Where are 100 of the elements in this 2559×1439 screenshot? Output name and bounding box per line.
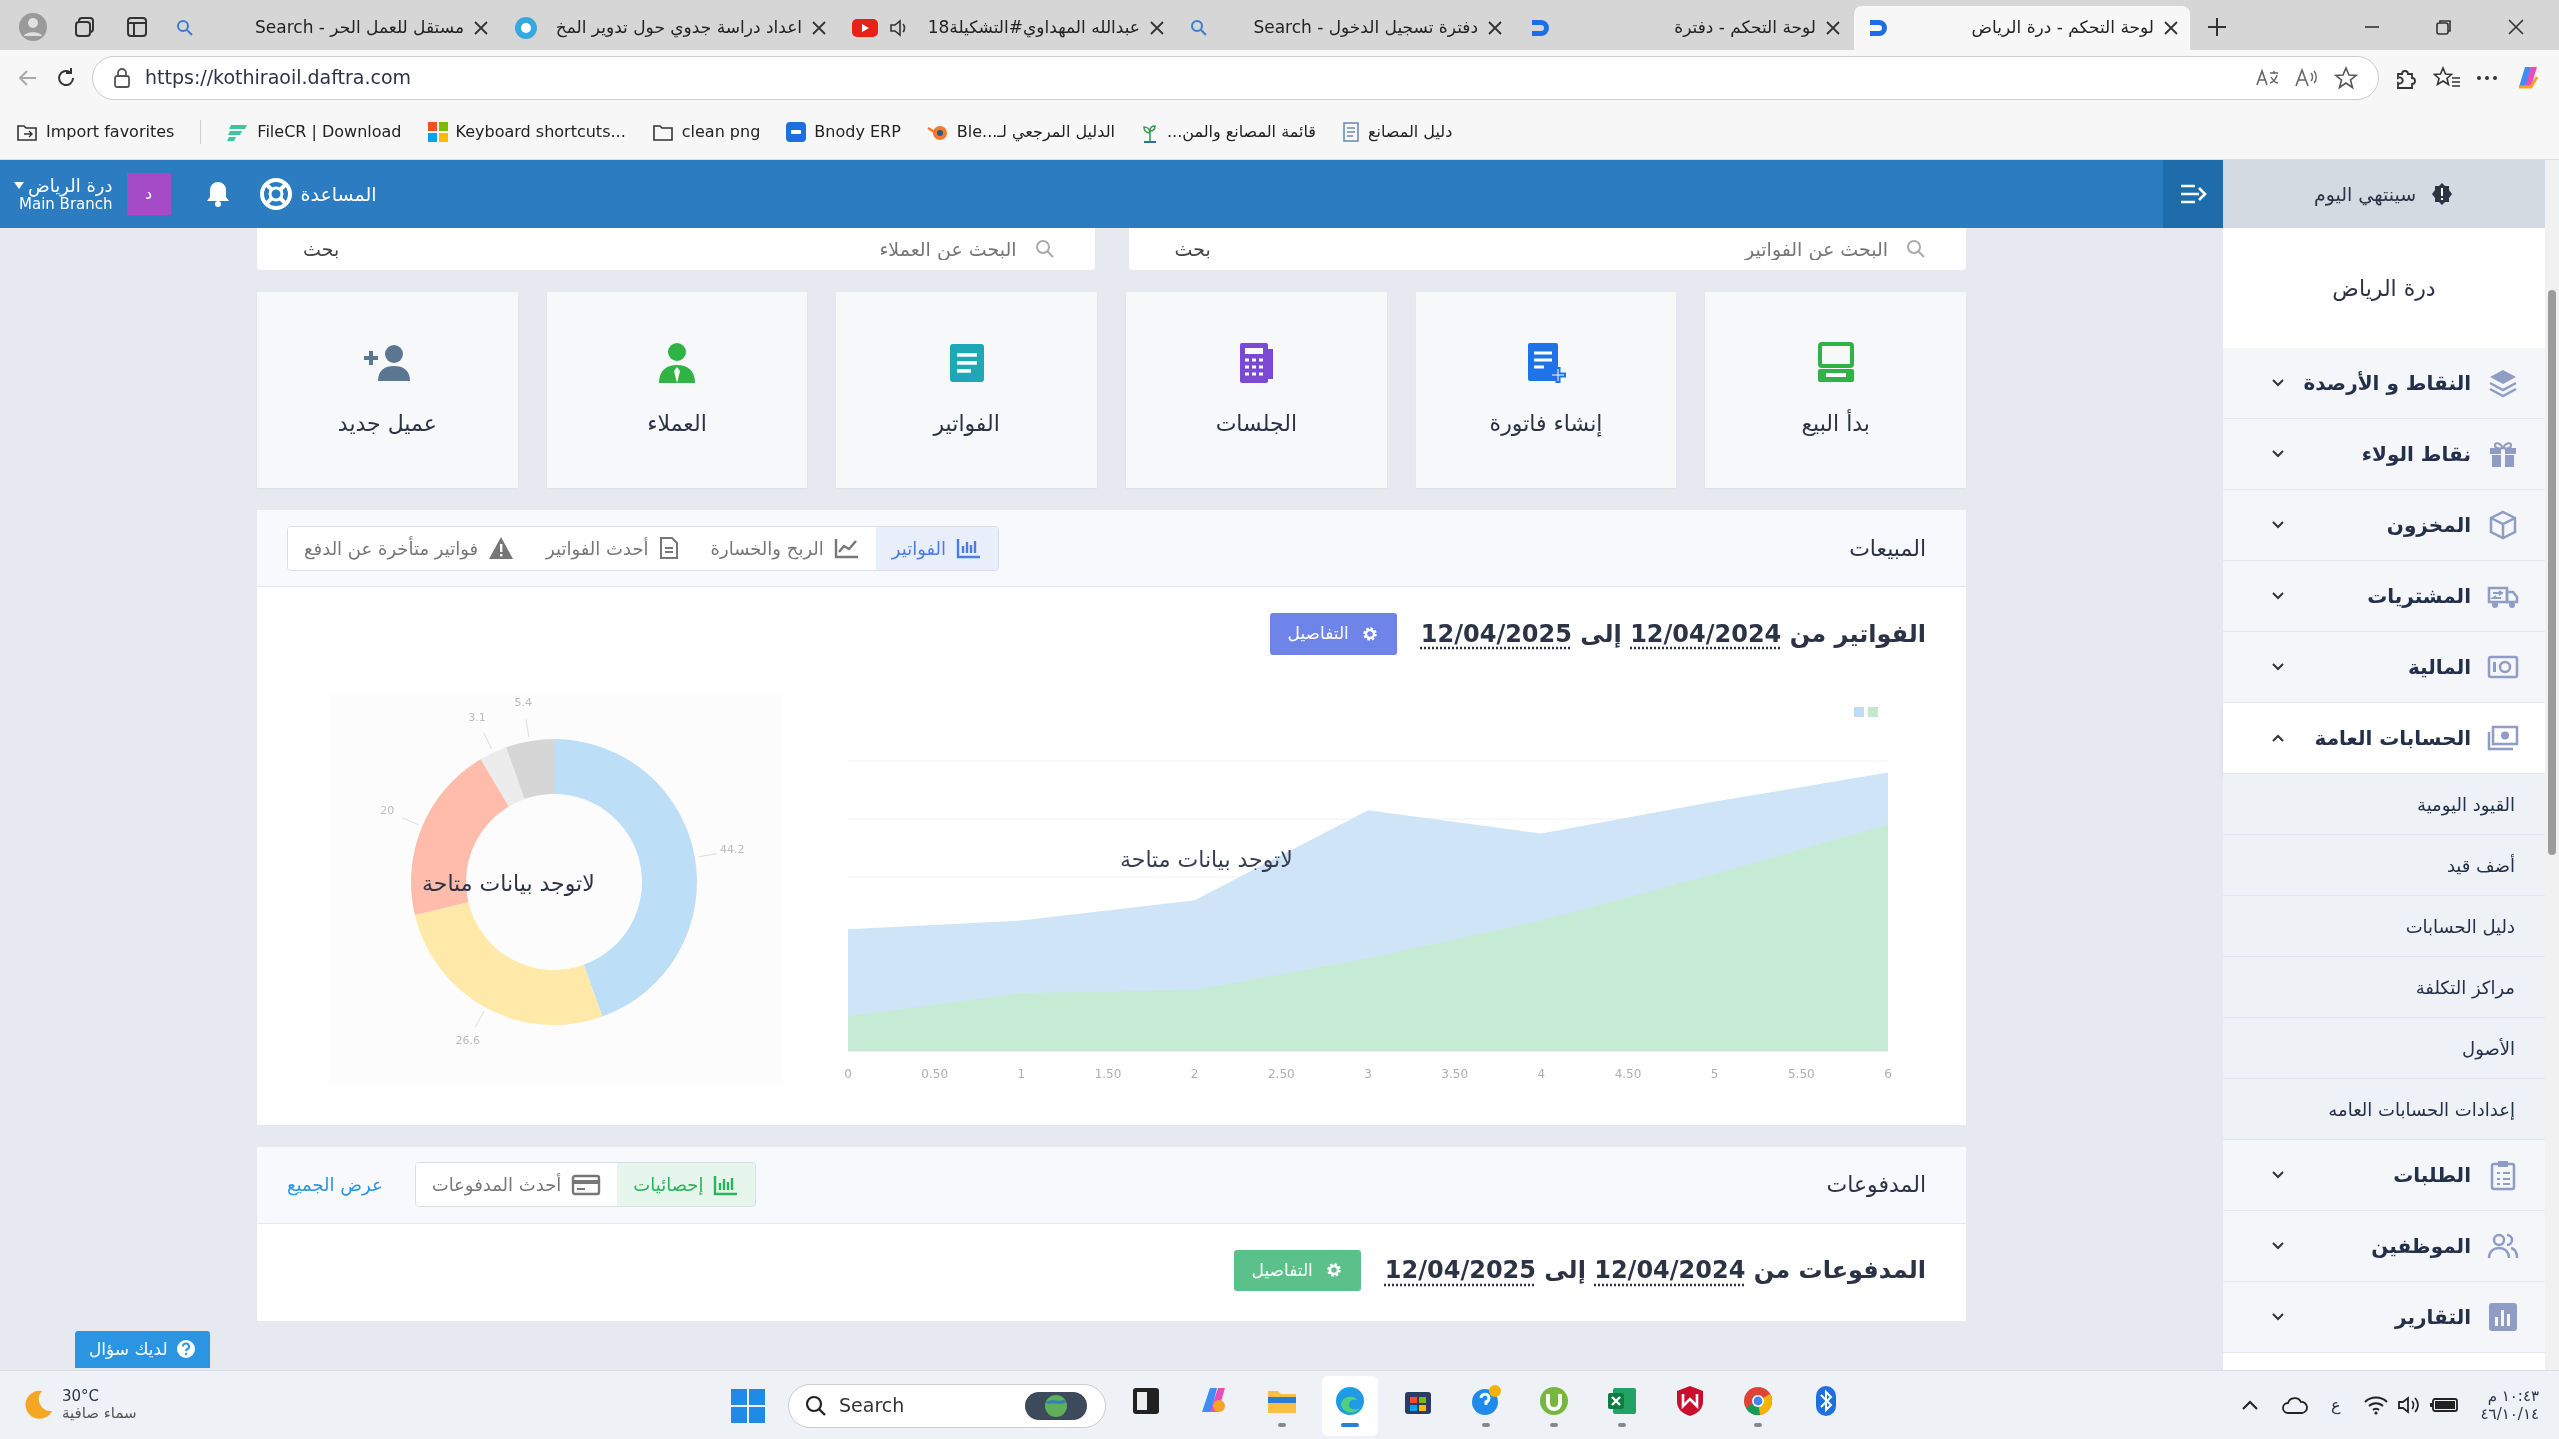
bookmark[interactable]: الدليل المرجعي لـ...Ble xyxy=(926,120,1115,144)
sidebar-item[interactable]: النقاط و الأرصدة xyxy=(2223,348,2545,419)
speaker-icon xyxy=(2396,1395,2421,1415)
new-tab-icon[interactable] xyxy=(2207,17,2227,37)
close-icon[interactable] xyxy=(474,21,488,35)
action-tile[interactable]: الفواتير xyxy=(836,292,1097,488)
restore-icon[interactable] xyxy=(2435,18,2453,36)
favorites-icon[interactable] xyxy=(2433,65,2461,90)
lock-icon xyxy=(113,67,131,88)
browser-tab[interactable]: اعداد دراسة جدوي حول تدوير المخ xyxy=(502,6,838,50)
chevron-down-icon xyxy=(2271,591,2285,601)
bell-icon[interactable] xyxy=(204,180,231,208)
browser-tab[interactable]: لوحة التحكم - دفترة xyxy=(1516,6,1852,50)
sidebar-item[interactable]: الطلبات xyxy=(2223,1140,2545,1211)
search-field[interactable]: البحث عن الفواتير بحث xyxy=(1128,228,1966,270)
sidebar-item[interactable]: التقارير xyxy=(2223,1282,2545,1353)
read-aloud-icon[interactable] xyxy=(2294,66,2320,89)
chevron-down-icon xyxy=(2271,662,2285,672)
windows-logo-icon xyxy=(731,1388,765,1423)
scrollbar[interactable] xyxy=(2545,160,2559,1370)
action-tile[interactable]: العملاء xyxy=(546,292,808,488)
clock[interactable]: ١٠:٤٣ م ٤٦/١٠/١٤ xyxy=(2480,1387,2539,1423)
axis-tick-label: 4.50 xyxy=(1614,1065,1642,1083)
taskbar-search[interactable]: Search xyxy=(788,1383,1106,1428)
credit-card-icon xyxy=(571,1173,602,1196)
close-icon[interactable] xyxy=(812,21,826,35)
sidebar-item[interactable]: نقاط الولاء xyxy=(2223,419,2545,490)
search-button[interactable]: بحث xyxy=(1168,233,1217,265)
bookmark[interactable]: Import favorites xyxy=(16,120,175,144)
search-icon xyxy=(1034,239,1055,259)
bookmark[interactable]: قائمة المصانع والمن... xyxy=(1140,120,1316,144)
close-icon[interactable] xyxy=(1488,21,1502,35)
notice-bar[interactable]: سينتهي اليوم xyxy=(2223,160,2545,228)
chart-tab[interactable]: أحدث المدفوعات xyxy=(415,1163,618,1206)
chevron-down-icon xyxy=(2271,378,2285,388)
sidebar-item[interactable]: الموظفين xyxy=(2223,1211,2545,1282)
system-tray[interactable] xyxy=(2362,1395,2459,1415)
search-field[interactable]: البحث عن العملاء بحث xyxy=(257,228,1095,270)
sidebar-item[interactable]: المشتريات xyxy=(2223,561,2545,632)
axis-tick-label: 1.50 xyxy=(1094,1065,1122,1083)
browser-tab[interactable]: مستقل للعمل الحر - Search xyxy=(164,6,500,50)
data-label: 26.6 xyxy=(455,1032,480,1049)
browser-tab[interactable]: دفترة تسجيل الدخول - Search xyxy=(1178,6,1514,50)
avatar[interactable]: د xyxy=(126,173,171,215)
action-tile[interactable]: إنشاء فاتورة xyxy=(1415,292,1677,488)
chart-tab[interactable]: فواتير متأخرة عن الدفع xyxy=(288,526,531,570)
chart-tab[interactable]: الربح والخسارة xyxy=(694,526,876,570)
search-icon xyxy=(1906,239,1926,259)
close-icon[interactable] xyxy=(1826,21,1840,35)
gear-icon xyxy=(1324,1261,1343,1280)
bookmark[interactable]: Keyboard shortcuts... xyxy=(427,120,626,144)
vertical-tabs-icon[interactable] xyxy=(125,15,149,39)
bookmark[interactable]: clean png xyxy=(651,120,761,144)
axis-tick-label: 2 xyxy=(1190,1065,1199,1083)
data-label: 20 xyxy=(380,802,395,819)
sidebar-subitem[interactable]: مراكز التكلفة xyxy=(2223,957,2545,1018)
action-tile[interactable]: بدأ البيع xyxy=(1705,292,1966,488)
sidebar-subitem[interactable]: أضف قيد xyxy=(2223,835,2545,896)
bar-chart-icon xyxy=(2487,1301,2519,1333)
action-tile[interactable]: عميل جديد xyxy=(256,292,518,488)
close-icon[interactable] xyxy=(2507,18,2525,36)
sidebar-subitem[interactable]: دليل الحسابات xyxy=(2223,896,2545,957)
collapse-button[interactable] xyxy=(2163,160,2223,228)
bar-chart-icon xyxy=(713,1173,740,1196)
action-tile[interactable]: الجلسات xyxy=(1126,292,1387,488)
chevron-up-icon[interactable] xyxy=(2241,1399,2259,1411)
browser-tab[interactable]: عبدالله المهداوي#التشكيلة18 xyxy=(840,6,1176,50)
address-bar[interactable]: https://kothiraoil.daftra.com xyxy=(92,55,2379,100)
sidebar-subitem[interactable]: إعدادات الحسابات العامه xyxy=(2223,1079,2545,1140)
card-title: المدفوعات xyxy=(1825,1171,1926,1199)
sidebar-item[interactable]: المالية xyxy=(2223,632,2545,703)
browser-tab[interactable]: لوحة التحكم - درة الرياض xyxy=(1854,6,2190,50)
axis-tick-label: 5.50 xyxy=(1787,1065,1815,1083)
sidebar-subitem[interactable]: القيود اليومية xyxy=(2223,774,2545,835)
axis-tick-label: 3.50 xyxy=(1441,1065,1468,1083)
bookmark[interactable]: Bnody ERP xyxy=(786,120,901,144)
wifi-icon xyxy=(2362,1395,2389,1415)
search-button[interactable]: بحث xyxy=(297,233,346,265)
layers-icon xyxy=(2487,367,2519,399)
chevron-up-icon xyxy=(2271,733,2285,743)
sidebar-item[interactable]: الحسابات العامة xyxy=(2223,703,2545,774)
bookmark[interactable]: FileCR | Download xyxy=(227,120,402,144)
close-icon[interactable] xyxy=(2164,21,2178,35)
chart-tab[interactable]: أحدث الفواتير xyxy=(530,526,695,570)
sidebar-subitem[interactable]: الأصول xyxy=(2223,1018,2545,1079)
axis-tick-label: 1 xyxy=(1017,1065,1026,1083)
chevron-down-icon xyxy=(2271,520,2285,530)
close-icon[interactable] xyxy=(1150,21,1164,35)
chevron-down-icon xyxy=(2271,449,2285,459)
language-indicator[interactable]: ع xyxy=(2331,1393,2341,1417)
cloud-icon[interactable] xyxy=(2281,1395,2309,1415)
bookmark[interactable]: دليل المصانع xyxy=(1341,120,1453,144)
folder-icon xyxy=(651,122,674,142)
round-browser-icon xyxy=(1741,1384,1775,1418)
company-name: درة الرياض xyxy=(2332,274,2436,303)
workspaces-icon[interactable] xyxy=(73,15,97,39)
help-link[interactable]: المساعدة xyxy=(258,177,377,211)
stripes-logo-icon xyxy=(227,122,250,142)
star-icon[interactable] xyxy=(2334,65,2358,90)
sidebar-item[interactable]: المخزون xyxy=(2223,490,2545,561)
